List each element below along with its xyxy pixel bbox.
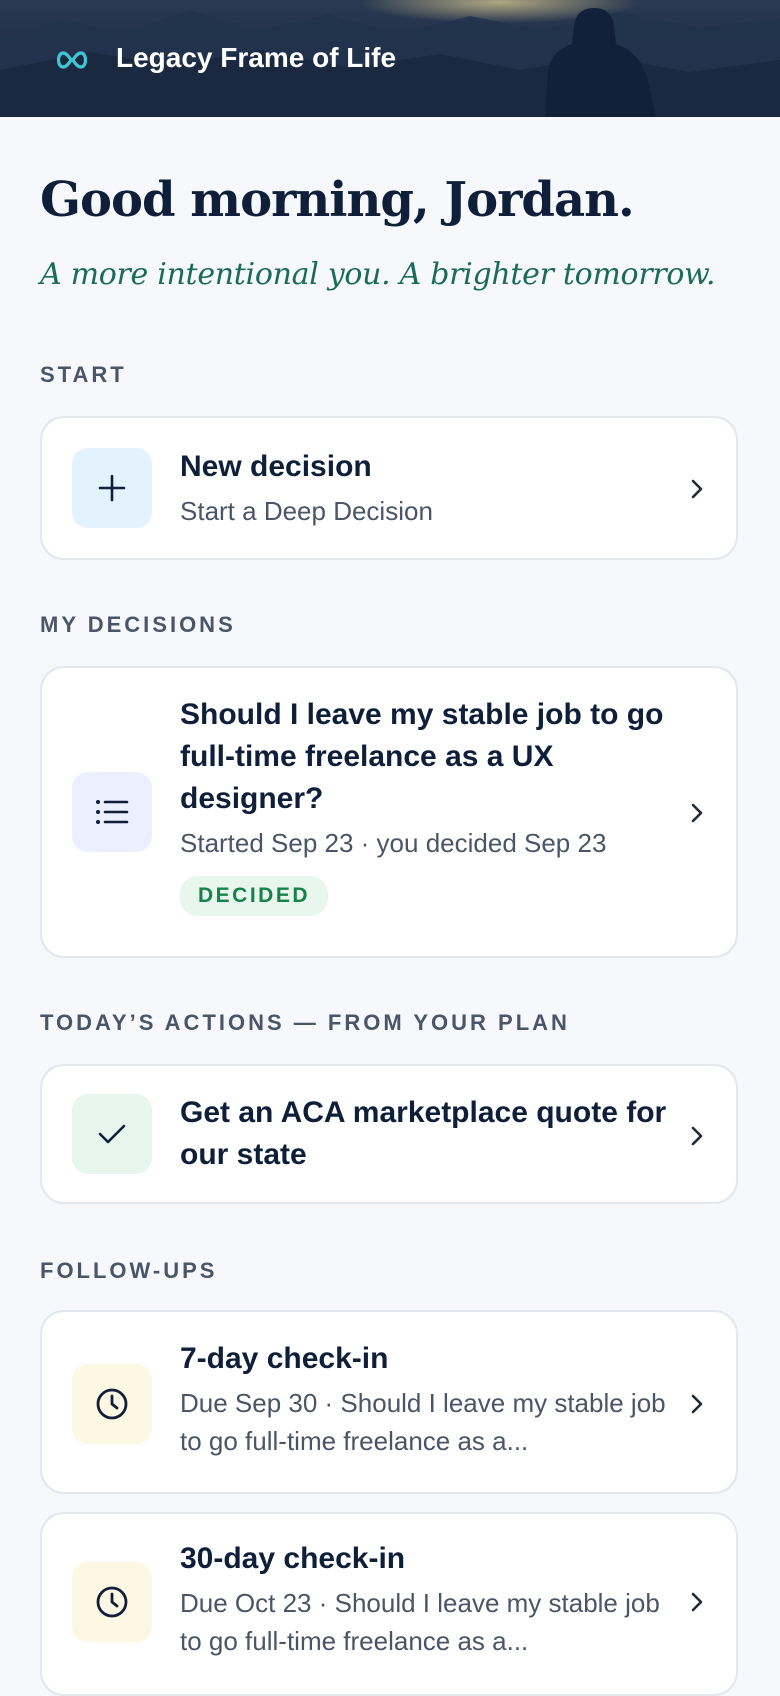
- app-title: Legacy Frame of Life: [116, 42, 397, 73]
- follow-up-card[interactable]: 30-day check-in Due Oct 23 · Should I le…: [40, 1512, 738, 1696]
- new-decision-card[interactable]: New decision Start a Deep Decision: [40, 416, 738, 560]
- chevron-right-icon: [691, 479, 703, 499]
- new-decision-subtitle: Start a Deep Decision: [180, 496, 433, 526]
- decision-icon-tile: [72, 772, 152, 852]
- follow-up-subtitle: Due Sep 30 · Should I leave my stable jo…: [180, 1388, 666, 1456]
- clock-icon: [96, 1586, 128, 1618]
- new-decision-icon-tile: [72, 448, 152, 528]
- status-badge: DECIDED: [180, 876, 329, 916]
- action-text: Get an ACA marketplace quote for our sta…: [180, 1092, 680, 1176]
- section-label-start: START: [40, 362, 127, 387]
- follow-up-text: 7-day check-in Due Sep 30 · Should I lea…: [180, 1338, 680, 1460]
- clock-icon: [96, 1388, 128, 1420]
- action-card[interactable]: Get an ACA marketplace quote for our sta…: [40, 1064, 738, 1204]
- app-header: Legacy Frame of Life: [0, 0, 780, 117]
- decision-card[interactable]: Should I leave my stable job to go full-…: [40, 666, 738, 958]
- chevron-right-icon: [691, 1394, 703, 1414]
- action-icon-tile: [72, 1094, 152, 1174]
- follow-up-title: 7-day check-in: [180, 1342, 389, 1375]
- list-icon: [96, 800, 129, 824]
- follow-up-icon-tile: [72, 1364, 152, 1444]
- chevron-right-icon: [691, 803, 703, 823]
- follow-up-icon-tile: [72, 1562, 152, 1642]
- section-label-my-decisions: MY DECISIONS: [40, 612, 236, 637]
- decision-text: Should I leave my stable job to go full-…: [180, 694, 680, 916]
- infinity-icon: [56, 51, 88, 69]
- follow-up-title: 30-day check-in: [180, 1542, 406, 1575]
- chevron-right-icon: [691, 1592, 703, 1612]
- greeting-tagline: A more intentional you. A brighter tomor…: [40, 257, 716, 292]
- new-decision-text: New decision Start a Deep Decision: [180, 446, 680, 530]
- action-title: Get an ACA marketplace quote for our sta…: [180, 1096, 667, 1171]
- chevron-right-icon: [691, 1126, 703, 1146]
- new-decision-title: New decision: [180, 450, 372, 483]
- follow-up-text: 30-day check-in Due Oct 23 · Should I le…: [180, 1538, 680, 1660]
- check-icon: [98, 1124, 126, 1144]
- plus-icon: [98, 474, 126, 502]
- follow-up-card[interactable]: 7-day check-in Due Sep 30 · Should I lea…: [40, 1310, 738, 1494]
- section-label-follow-ups: FOLLOW-UPS: [40, 1258, 218, 1283]
- follow-up-subtitle: Due Oct 23 · Should I leave my stable jo…: [180, 1588, 660, 1656]
- decision-title: Should I leave my stable job to go full-…: [180, 698, 664, 815]
- decision-meta: Started Sep 23 · you decided Sep 23: [180, 828, 607, 858]
- section-label-todays-actions: TODAY’S ACTIONS — FROM YOUR PLAN: [40, 1010, 570, 1035]
- greeting-title: Good morning, Jordan.: [40, 172, 635, 228]
